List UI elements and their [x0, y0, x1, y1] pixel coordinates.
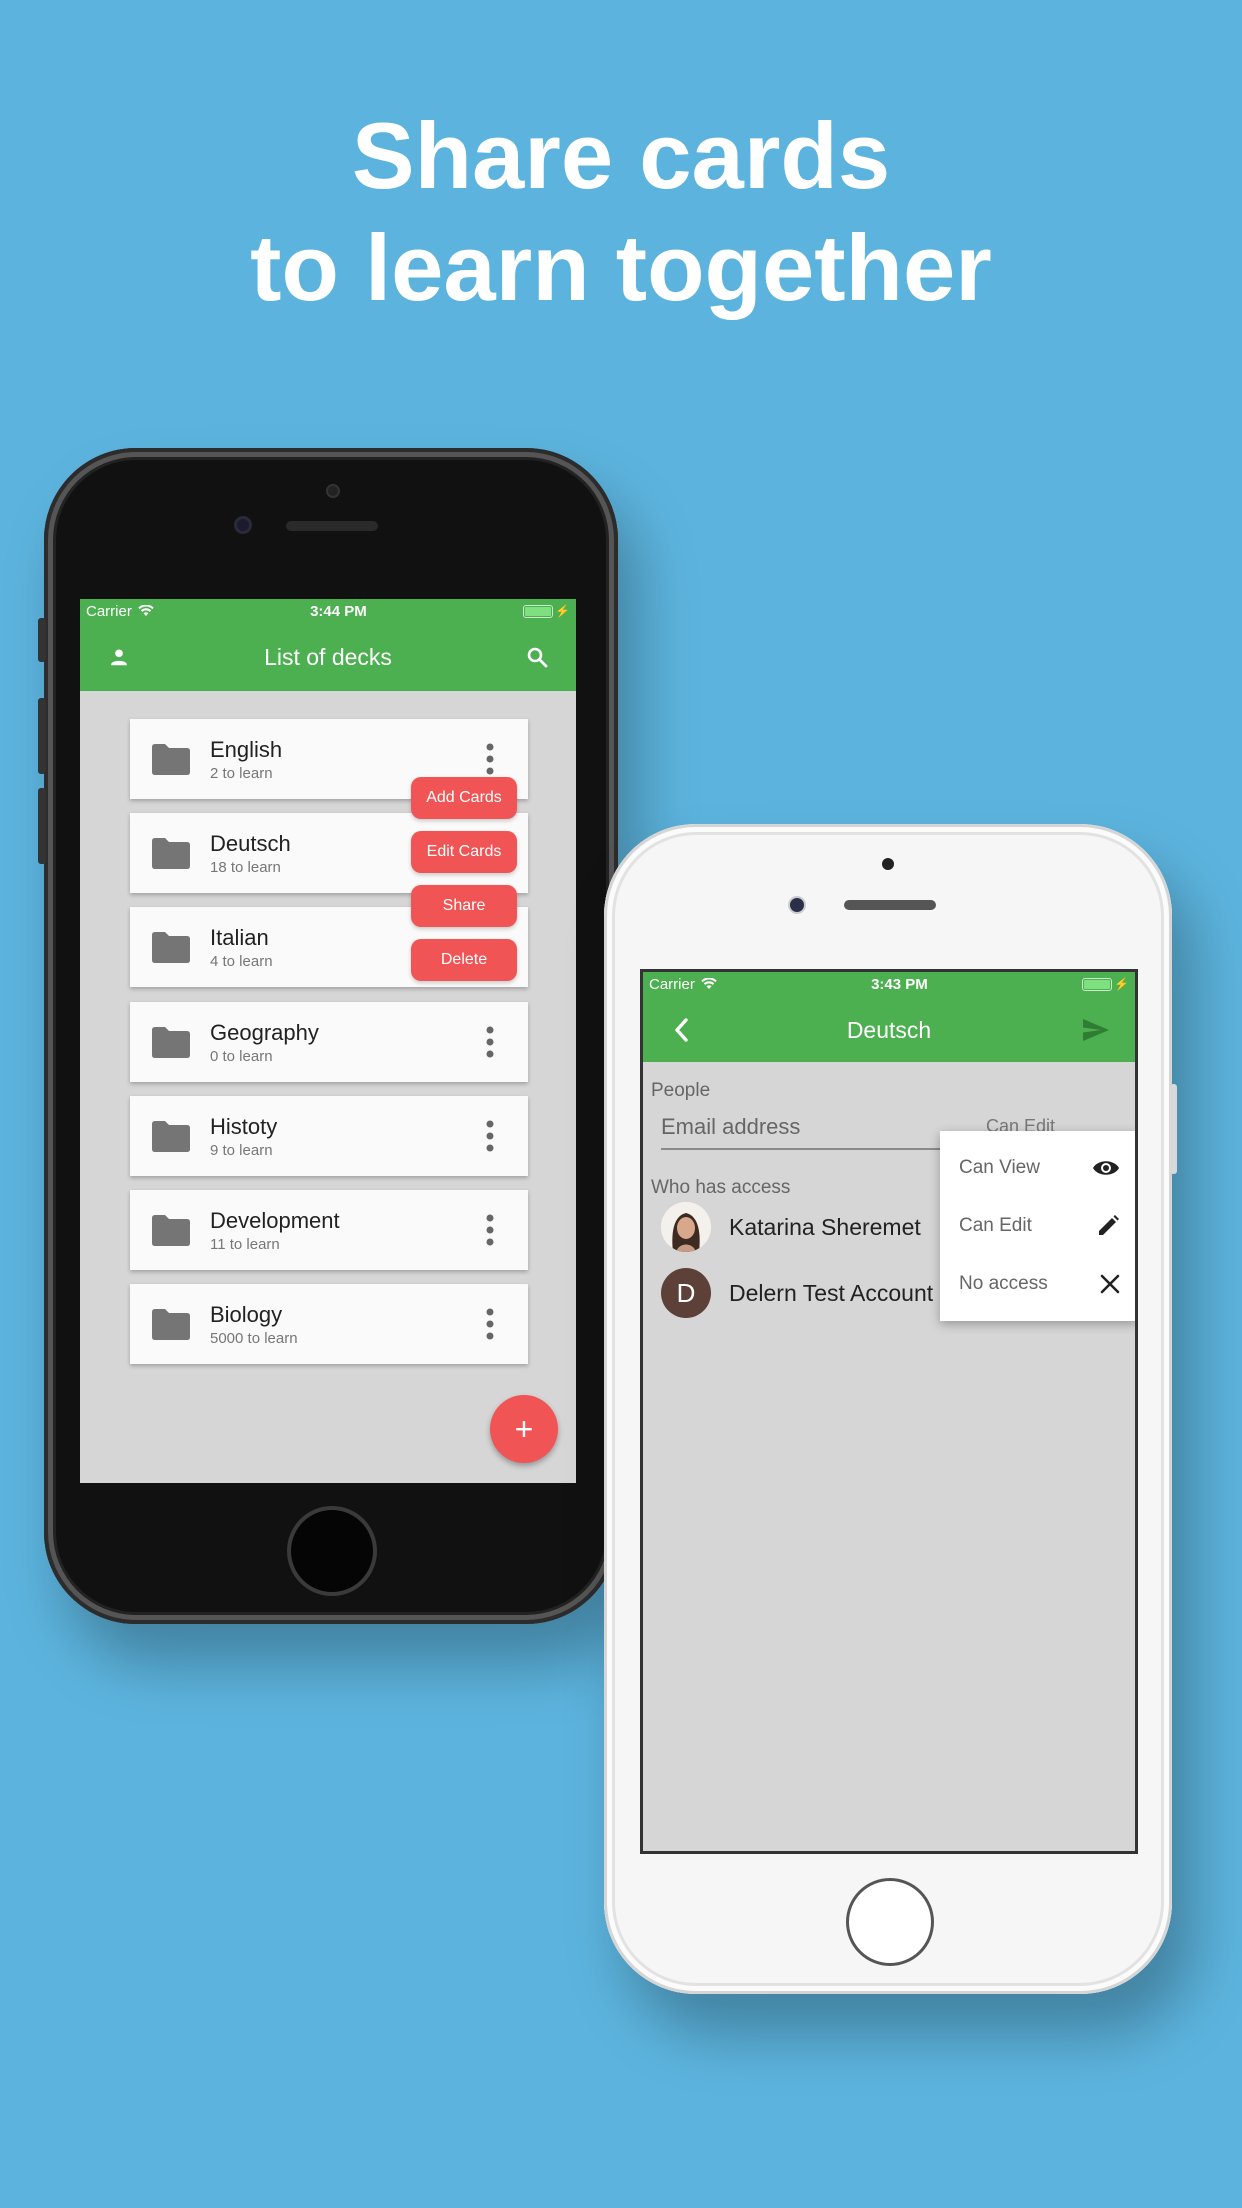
app-bar: Carrier 3:44 PM ⚡ List of decks — [80, 599, 576, 691]
eye-icon — [1093, 1161, 1119, 1175]
volume-up-button — [38, 698, 46, 774]
deck-card[interactable]: Biology 5000 to learn — [130, 1284, 528, 1364]
share-deck-screen: Carrier 3:43 PM ⚡ Deutsch People Email a… — [640, 969, 1138, 1854]
deck-count: 4 to learn — [210, 953, 273, 970]
wifi-icon — [138, 605, 154, 616]
status-bar: Carrier 3:43 PM ⚡ — [643, 972, 1135, 996]
deck-count: 5000 to learn — [210, 1330, 298, 1347]
headline-line-2: to learn together — [250, 215, 992, 320]
carrier-label: Carrier — [649, 975, 695, 993]
list-item[interactable]: D Delern Test Account — [661, 1267, 933, 1319]
folder-icon — [152, 1027, 190, 1058]
deck-name: Deutsch — [210, 831, 291, 856]
deck-count: 2 to learn — [210, 765, 273, 782]
permission-menu: Can View Can Edit No access — [940, 1131, 1135, 1321]
chevron-left-icon[interactable] — [667, 1015, 697, 1045]
more-vert-icon[interactable] — [486, 1308, 494, 1340]
headline: Share cards to learn together — [0, 100, 1242, 324]
deck-name: Development — [210, 1208, 340, 1233]
search-icon[interactable] — [522, 642, 552, 672]
status-bar: Carrier 3:44 PM ⚡ — [80, 599, 576, 623]
deck-count: 11 to learn — [210, 1236, 280, 1253]
deck-card[interactable]: Development 11 to learn — [130, 1190, 528, 1270]
deck-card[interactable]: Geography 0 to learn — [130, 1002, 528, 1082]
menu-item-label: Can View — [959, 1157, 1040, 1178]
app-bar: Carrier 3:43 PM ⚡ Deutsch — [643, 972, 1135, 1062]
list-item[interactable]: Katarina Sheremet — [661, 1201, 921, 1253]
pencil-icon — [1099, 1215, 1119, 1235]
send-icon[interactable] — [1081, 1015, 1111, 1045]
carrier: Carrier — [86, 603, 154, 620]
carrier-label: Carrier — [86, 602, 132, 620]
deck-card[interactable]: Histoty 9 to learn — [130, 1096, 528, 1176]
status-time: 3:44 PM — [310, 602, 367, 620]
folder-icon — [152, 1215, 190, 1246]
battery-icon: ⚡ — [1082, 977, 1129, 991]
front-camera — [234, 516, 252, 534]
people-label: People — [651, 1080, 711, 1101]
close-icon — [1100, 1274, 1120, 1294]
folder-icon — [152, 838, 190, 869]
status-time: 3:43 PM — [871, 975, 928, 993]
deck-count: 0 to learn — [210, 1048, 273, 1065]
proximity-sensor — [882, 858, 894, 870]
avatar: D — [661, 1268, 711, 1318]
delete-button[interactable]: Delete — [411, 939, 517, 981]
power-button — [1170, 1084, 1177, 1174]
person-icon[interactable] — [104, 642, 134, 672]
deck-name: Biology — [210, 1302, 283, 1327]
person-name: Delern Test Account — [729, 1279, 934, 1306]
carrier: Carrier — [649, 976, 717, 993]
earpiece-speaker — [844, 900, 936, 910]
menu-item-label: Can Edit — [959, 1215, 1032, 1236]
more-vert-icon[interactable] — [486, 743, 494, 775]
page-title: Deutsch — [846, 1016, 932, 1043]
deck-name: Italian — [210, 925, 269, 950]
add-deck-fab[interactable]: + — [490, 1395, 558, 1463]
front-camera — [788, 896, 806, 914]
home-button-black[interactable] — [287, 1506, 377, 1596]
wifi-icon — [701, 978, 717, 989]
more-vert-icon[interactable] — [486, 1120, 494, 1152]
deck-count: 9 to learn — [210, 1142, 273, 1159]
headline-line-1: Share cards — [351, 103, 891, 208]
add-cards-button[interactable]: Add Cards — [411, 777, 517, 819]
page-title: List of decks — [264, 643, 392, 670]
battery-icon: ⚡ — [523, 604, 570, 618]
proximity-sensor — [326, 484, 340, 498]
earpiece-speaker — [286, 521, 378, 531]
more-vert-icon[interactable] — [486, 1214, 494, 1246]
list-of-decks-screen: Carrier 3:44 PM ⚡ List of decks English — [80, 599, 576, 1483]
more-vert-icon[interactable] — [486, 1026, 494, 1058]
volume-down-button — [38, 788, 46, 864]
email-placeholder: Email address — [661, 1114, 801, 1139]
folder-icon — [152, 932, 190, 963]
folder-icon — [152, 1121, 190, 1152]
mute-switch — [38, 618, 46, 662]
who-has-access-label: Who has access — [651, 1177, 791, 1198]
deck-count: 18 to learn — [210, 859, 281, 876]
deck-name: Geography — [210, 1020, 319, 1045]
folder-icon — [152, 1309, 190, 1340]
home-button-white[interactable] — [846, 1878, 934, 1966]
menu-item-can-view[interactable]: Can View — [940, 1139, 1135, 1197]
deck-name: English — [210, 737, 283, 762]
share-button[interactable]: Share — [411, 885, 517, 927]
folder-icon — [152, 744, 190, 775]
edit-cards-button[interactable]: Edit Cards — [411, 831, 517, 873]
person-name: Katarina Sheremet — [729, 1213, 921, 1240]
menu-item-no-access[interactable]: No access — [940, 1255, 1135, 1313]
avatar — [661, 1202, 711, 1252]
menu-item-can-edit[interactable]: Can Edit — [940, 1197, 1135, 1255]
deck-name: Histoty — [210, 1114, 278, 1139]
menu-item-label: No access — [959, 1273, 1048, 1294]
